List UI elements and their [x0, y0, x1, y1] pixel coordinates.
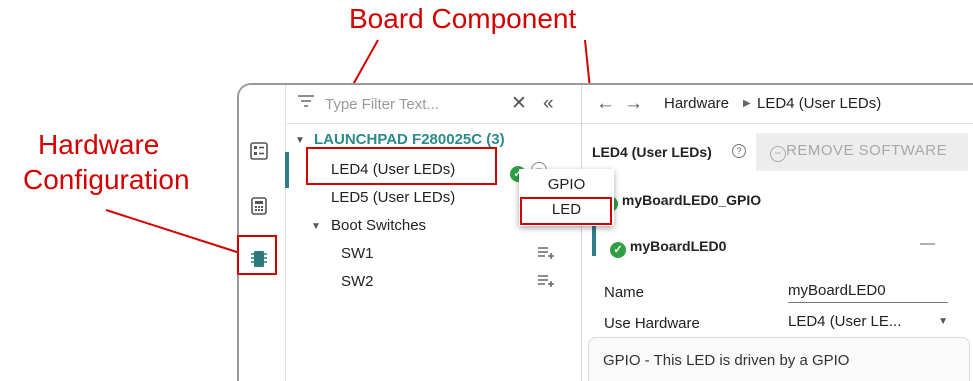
- chevron-right-icon: ▶: [743, 98, 751, 109]
- help-icon[interactable]: ?: [732, 144, 746, 158]
- board-component-callout: Board Component: [349, 3, 577, 34]
- instance-gpio[interactable]: ✓ myBoardLED0_GPIO: [602, 189, 761, 212]
- add-config-icon[interactable]: [537, 244, 555, 267]
- chevron-down-icon: ▼: [938, 316, 948, 327]
- activity-bar: [239, 85, 286, 381]
- list-view-icon[interactable]: [249, 142, 269, 162]
- app-window: ✕ « ▼ LAUNCHPAD F280025C (3) LED4 (User …: [237, 83, 973, 381]
- filter-input[interactable]: [325, 93, 483, 115]
- tree-item-sw1[interactable]: SW1: [341, 243, 374, 265]
- hardware-config-line: [105, 209, 241, 254]
- tree-item-sw2[interactable]: SW2: [341, 271, 374, 293]
- menu-item-gpio[interactable]: GPIO: [519, 173, 614, 197]
- instance-led-label: myBoardLED0: [629, 238, 727, 254]
- hardware-callout-line2: Configuration: [23, 164, 190, 195]
- success-check-icon: ✓: [610, 242, 626, 258]
- details-panel: ← → Hardware ▶ LED4 (User LEDs) LED4 (Us…: [582, 85, 973, 381]
- collapse-panel-icon[interactable]: «: [543, 93, 554, 115]
- collapse-icon[interactable]: —: [920, 233, 935, 255]
- chevron-down-icon[interactable]: ▼: [311, 216, 321, 238]
- clear-filter-icon[interactable]: ✕: [511, 93, 527, 115]
- selection-indicator: [285, 152, 289, 188]
- hardware-callout-line1: Hardware: [38, 129, 160, 160]
- instance-gpio-label: myBoardLED0_GPIO: [621, 192, 762, 208]
- highlight-hardware-icon: [237, 235, 277, 275]
- highlight-led4: [306, 147, 497, 185]
- use-hardware-value: LED4 (User LE...: [788, 313, 902, 330]
- filter-bar: ✕ «: [285, 85, 581, 124]
- highlight-led-option: [520, 197, 612, 225]
- back-arrow-icon[interactable]: ←: [596, 93, 615, 115]
- breadcrumb-current: LED4 (User LEDs): [757, 95, 882, 112]
- name-field[interactable]: myBoardLED0: [788, 280, 948, 303]
- add-config-icon[interactable]: [537, 272, 555, 295]
- details-title: LED4 (User LEDs): [592, 144, 712, 160]
- remove-software-label: REMOVE SOFTWARE: [786, 142, 948, 159]
- instance-led[interactable]: ✓ myBoardLED0: [610, 235, 726, 258]
- calculator-icon[interactable]: [249, 197, 269, 217]
- breadcrumb-root[interactable]: Hardware: [664, 93, 729, 115]
- remove-software-button[interactable]: − REMOVE SOFTWARE: [756, 133, 968, 171]
- tree-item-led5[interactable]: LED5 (User LEDs): [331, 187, 455, 209]
- use-hardware-label: Use Hardware: [604, 315, 700, 332]
- remove-circle-icon: −: [770, 146, 786, 162]
- breadcrumb-bar: ← → Hardware ▶ LED4 (User LEDs): [582, 85, 973, 124]
- use-hardware-select[interactable]: LED4 (User LE... ▼: [788, 311, 948, 333]
- info-card: GPIO - This LED is driven by a GPIO: [588, 337, 970, 381]
- tree-item-boot-switches[interactable]: Boot Switches: [331, 215, 426, 237]
- forward-arrow-icon[interactable]: →: [624, 93, 643, 115]
- filter-icon[interactable]: [297, 92, 315, 114]
- chevron-down-icon[interactable]: ▼: [295, 130, 305, 152]
- name-label: Name: [604, 284, 645, 301]
- hardware-tree-panel: ✕ « ▼ LAUNCHPAD F280025C (3) LED4 (User …: [285, 85, 582, 381]
